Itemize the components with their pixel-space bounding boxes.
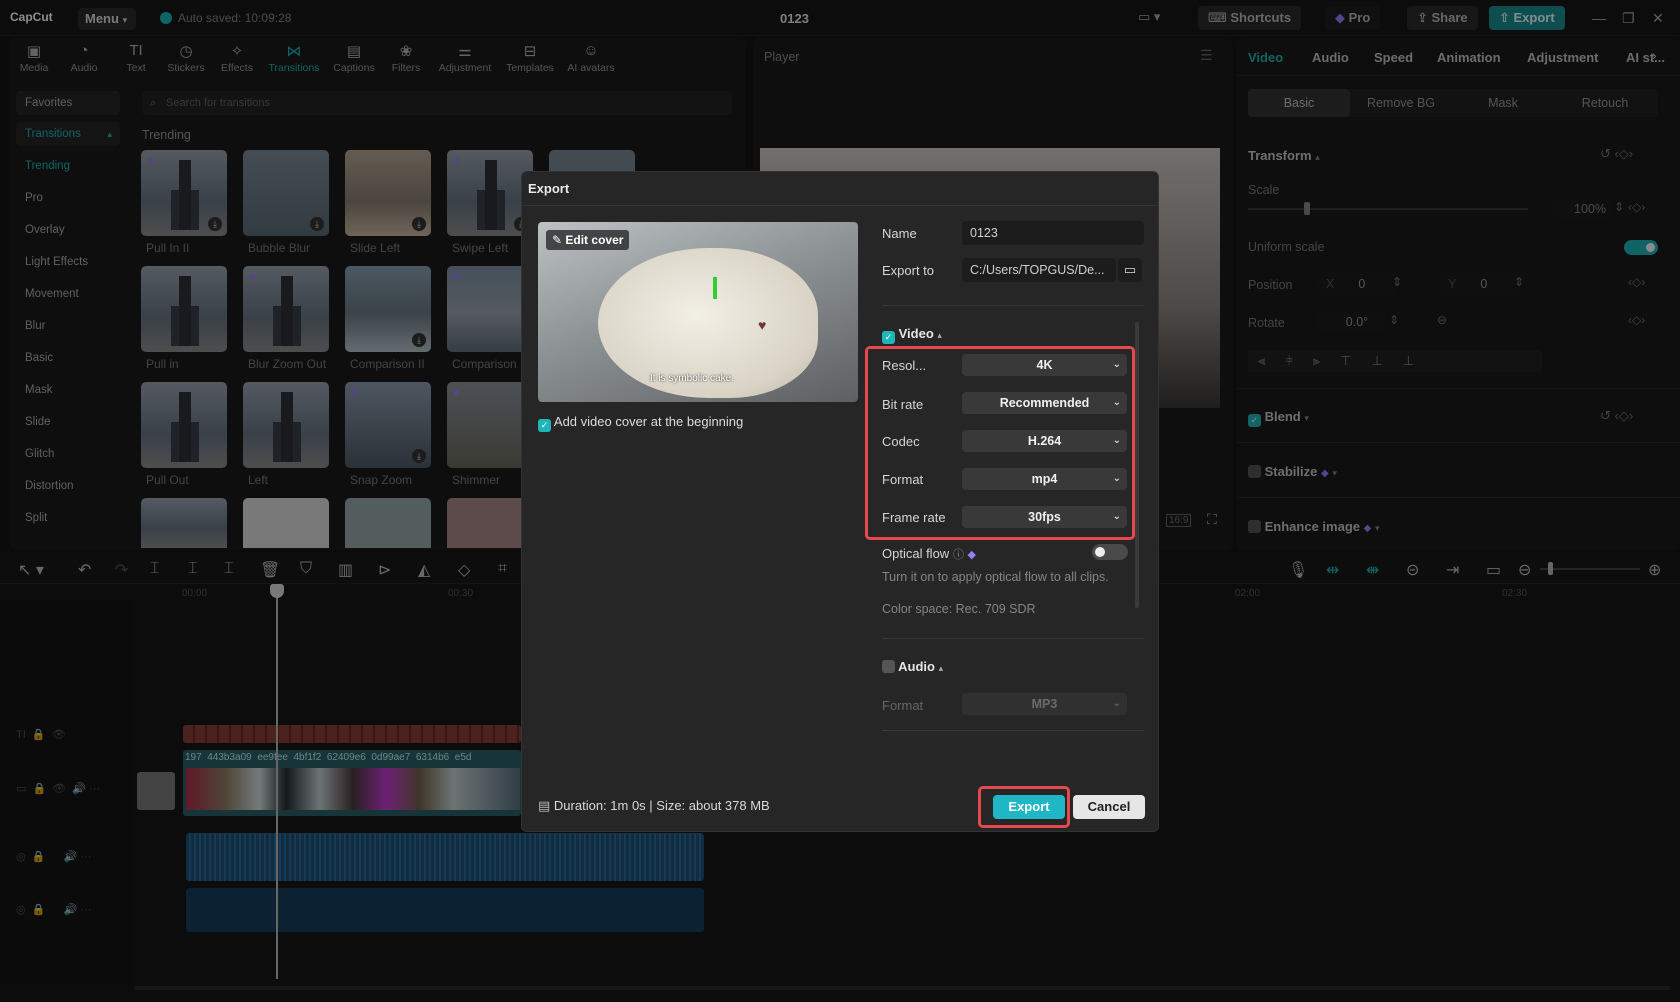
codec-value: H.264 (1027, 434, 1062, 448)
resolution-label: Resol... (882, 358, 927, 373)
video-checkbox[interactable]: ✓ (882, 331, 895, 344)
divider (882, 638, 1144, 639)
export-path-input[interactable]: C:/Users/TOPGUS/De... (962, 258, 1116, 282)
video-section-header[interactable]: ✓ Video ▴ (882, 326, 942, 344)
cancel-button[interactable]: Cancel (1073, 795, 1145, 819)
add-cover-option[interactable]: ✓ Add video cover at the beginning (538, 414, 743, 432)
resolution-select[interactable]: 4K ⌄ (962, 354, 1127, 376)
audio-format-label: Format (882, 698, 924, 713)
audio-format-select[interactable]: MP3 ⌄ (962, 693, 1127, 715)
duration-size-info: ▤ Duration: 1m 0s | Size: about 378 MB (538, 798, 770, 814)
optical-flow-desc: Turn it on to apply optical flow to all … (882, 570, 1109, 584)
cover-caption: It is symbolic cake. (650, 373, 734, 384)
chevron-down-icon: ⌄ (1112, 397, 1121, 408)
bitrate-value: Recommended (999, 396, 1090, 410)
candle (713, 277, 717, 299)
info-icon[interactable]: ⓘ (953, 549, 964, 561)
resolution-value: 4K (1036, 358, 1053, 372)
bitrate-label: Bit rate (882, 397, 924, 412)
format-value: mp4 (1031, 472, 1058, 486)
optical-flow-text: Optical flow (882, 546, 950, 561)
heart-icon: ♥ (758, 317, 767, 333)
chevron-up-icon: ▴ (938, 663, 944, 673)
chevron-down-icon: ⌄ (1112, 473, 1121, 484)
format-label: Format (882, 472, 924, 487)
film-icon: ▤ (538, 798, 554, 813)
bitrate-select[interactable]: Recommended ⌄ (962, 392, 1127, 414)
name-label: Name (882, 226, 917, 241)
audio-format-value: MP3 (1031, 697, 1058, 711)
name-input[interactable]: 0123 (962, 221, 1144, 245)
color-space: Color space: Rec. 709 SDR (882, 602, 1036, 616)
chevron-down-icon: ⌄ (1112, 435, 1121, 446)
framerate-select[interactable]: 30fps ⌄ (962, 506, 1127, 528)
audio-section-label: Audio (898, 659, 935, 674)
optical-flow-toggle[interactable] (1092, 544, 1128, 560)
add-cover-label: Add video cover at the beginning (553, 414, 744, 429)
video-section-label: Video (898, 326, 934, 341)
framerate-label: Frame rate (882, 510, 946, 525)
audio-checkbox[interactable] (882, 660, 895, 673)
edit-cover-label: Edit cover (565, 233, 624, 247)
edit-cover-button[interactable]: ✎ Edit cover (546, 230, 630, 250)
divider (882, 305, 1144, 306)
export-to-label: Export to (882, 263, 935, 278)
chevron-down-icon: ⌄ (1112, 698, 1121, 709)
dialog-scrollbar[interactable] (1135, 322, 1139, 608)
diamond-icon: ◆ (967, 549, 976, 561)
duration-size-text: Duration: 1m 0s | Size: about 378 MB (553, 798, 770, 813)
add-cover-checkbox[interactable]: ✓ (538, 419, 551, 432)
dialog-title: Export (528, 181, 570, 196)
divider (882, 730, 1144, 731)
export-button[interactable]: Export (993, 795, 1065, 819)
chevron-up-icon: ▴ (937, 330, 942, 340)
chevron-down-icon: ⌄ (1112, 359, 1121, 370)
framerate-value: 30fps (1028, 510, 1061, 524)
codec-label: Codec (882, 434, 920, 449)
audio-section-header[interactable]: Audio ▴ (882, 659, 943, 674)
folder-icon[interactable]: ▭ (1118, 258, 1142, 282)
codec-select[interactable]: H.264 ⌄ (962, 430, 1127, 452)
format-select[interactable]: mp4 ⌄ (962, 468, 1127, 490)
chevron-down-icon: ⌄ (1112, 511, 1121, 522)
divider (521, 205, 1159, 206)
optical-flow-label: Optical flow ⓘ ◆ (882, 546, 976, 562)
pencil-icon: ✎ (552, 233, 566, 247)
